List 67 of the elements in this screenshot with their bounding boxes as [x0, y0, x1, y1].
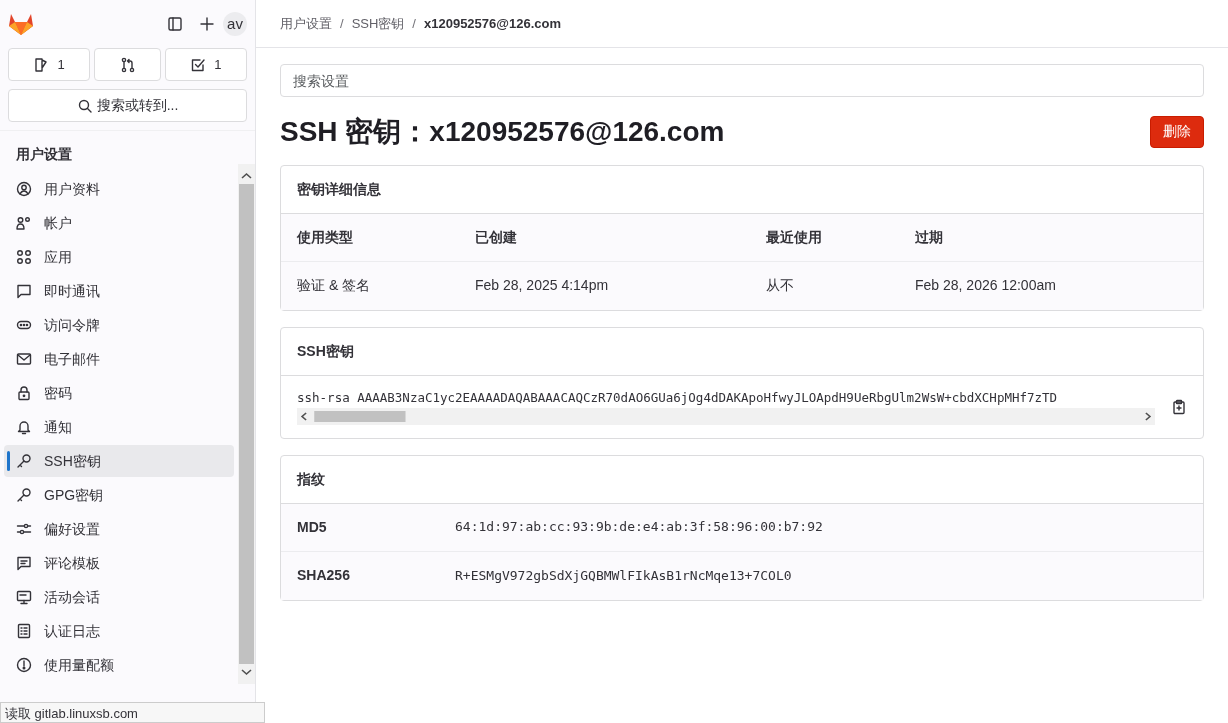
envelope-icon [16, 351, 32, 367]
fingerprint-name: SHA256 [297, 566, 351, 586]
avatar[interactable]: av [223, 12, 247, 36]
sidebar-item[interactable]: 评论模板 [4, 547, 234, 579]
sidebar-item[interactable]: 偏好设置 [4, 513, 234, 545]
sidebar-item[interactable]: GPG密钥 [4, 479, 234, 511]
counter-button[interactable] [94, 48, 161, 81]
horizontal-scrollbar-drawing[interactable] [297, 408, 1155, 426]
column-header: 使用类型 [297, 227, 354, 247]
plus-icon[interactable] [199, 16, 215, 32]
chat-bubble-icon [16, 283, 32, 299]
sidebar-item[interactable]: 访问令牌 [4, 309, 234, 341]
counter-button[interactable]: 1 [8, 48, 91, 81]
fingerprint-value: 64:1d:97:ab:cc:93:9b:de:e4:ab:3f:58:96:00:b7:92 [455, 518, 823, 537]
sidebar-item[interactable]: 活动会话 [4, 581, 234, 613]
breadcrumb-link[interactable]: x120952576@126.com [424, 13, 561, 34]
ssh-key-text: ssh-rsa AAAAB3NzaC1yc2EAAAADAQABAAACAQCzR70dAO6GUa6jOg4dDAKApoHfwyJLOApdH9UeRbgUlm2WsW+cbdXCHpMHf7zTD [297, 389, 1059, 408]
fingerprint-name: MD5 [297, 517, 328, 537]
sidebar-toggle-icon[interactable] [167, 16, 183, 32]
breadcrumb-separator: / [412, 14, 416, 33]
bell-icon [16, 419, 32, 435]
counter-button[interactable]: 1 [164, 48, 247, 81]
sidebar-item[interactable]: 即时通讯 [4, 275, 234, 307]
monitor-icon [16, 589, 32, 605]
sidebar-item[interactable]: 通知 [4, 411, 234, 443]
table-cell-text: Feb 28, 2025 4:14pm [475, 276, 610, 296]
column-header: 过期 [915, 227, 943, 247]
column-header: 已创建 [475, 227, 518, 247]
merge-request-icon [119, 56, 136, 73]
breadcrumb-link[interactable]: 用户设置 [280, 13, 332, 34]
comment-icon [16, 555, 32, 571]
scrollbar-drawing[interactable] [238, 164, 255, 684]
search-icon [76, 97, 93, 114]
table-cell-text: 验证 & 签名 [297, 276, 372, 296]
table-cell-text: Feb 28, 2026 12:00am [915, 276, 1056, 296]
fox-logo[interactable] [8, 12, 34, 36]
breadcrumb-separator: / [340, 14, 344, 33]
sidebar-item[interactable]: 认证日志 [4, 615, 234, 647]
clipboard-icon[interactable] [1171, 398, 1187, 415]
delete-button[interactable]: 删除 [1150, 115, 1204, 148]
sidebar-item[interactable]: 电子邮件 [4, 343, 234, 375]
checkbox-icon [190, 56, 207, 73]
card-title: SSH密钥 [281, 327, 1203, 376]
sidebar-item[interactable]: 密码 [4, 377, 234, 409]
search-field[interactable]: 搜索设置 [280, 64, 1204, 97]
sidebar-item[interactable]: 应用 [4, 241, 234, 273]
user-circle-icon [16, 181, 32, 197]
key-icon [16, 453, 32, 469]
column-header: 最近使用 [766, 227, 823, 247]
section-title: 用户设置 [0, 130, 255, 164]
breadcrumb-link[interactable]: SSH密钥 [351, 13, 405, 34]
log-icon [16, 623, 32, 639]
status-bar: 读取 gitlab.linuxsb.com [0, 702, 265, 723]
page-title: SSH 密钥：x120952576@126.com [280, 115, 725, 149]
sidebar-item[interactable]: 用户资料 [4, 173, 234, 205]
sliders-icon [16, 521, 32, 537]
card-title: 密钥详细信息 [281, 165, 1203, 214]
search-button[interactable]: 搜索或转到... [8, 89, 247, 122]
grid-icon [16, 249, 32, 265]
key-icon [16, 487, 32, 503]
lock-icon [16, 385, 32, 401]
sidebar-item[interactable]: SSH密钥 [4, 445, 234, 477]
sidebar-item[interactable]: 使用量配额 [4, 649, 234, 681]
fingerprint-value: R+ESMgV972gbSdXjGQBMWlFIkAsB1rNcMqe13+7COL0 [455, 566, 792, 585]
card-title: 指纹 [281, 455, 1203, 504]
sidebar-item[interactable]: 帐户 [4, 207, 234, 239]
table-cell-text: 从不 [766, 276, 795, 296]
